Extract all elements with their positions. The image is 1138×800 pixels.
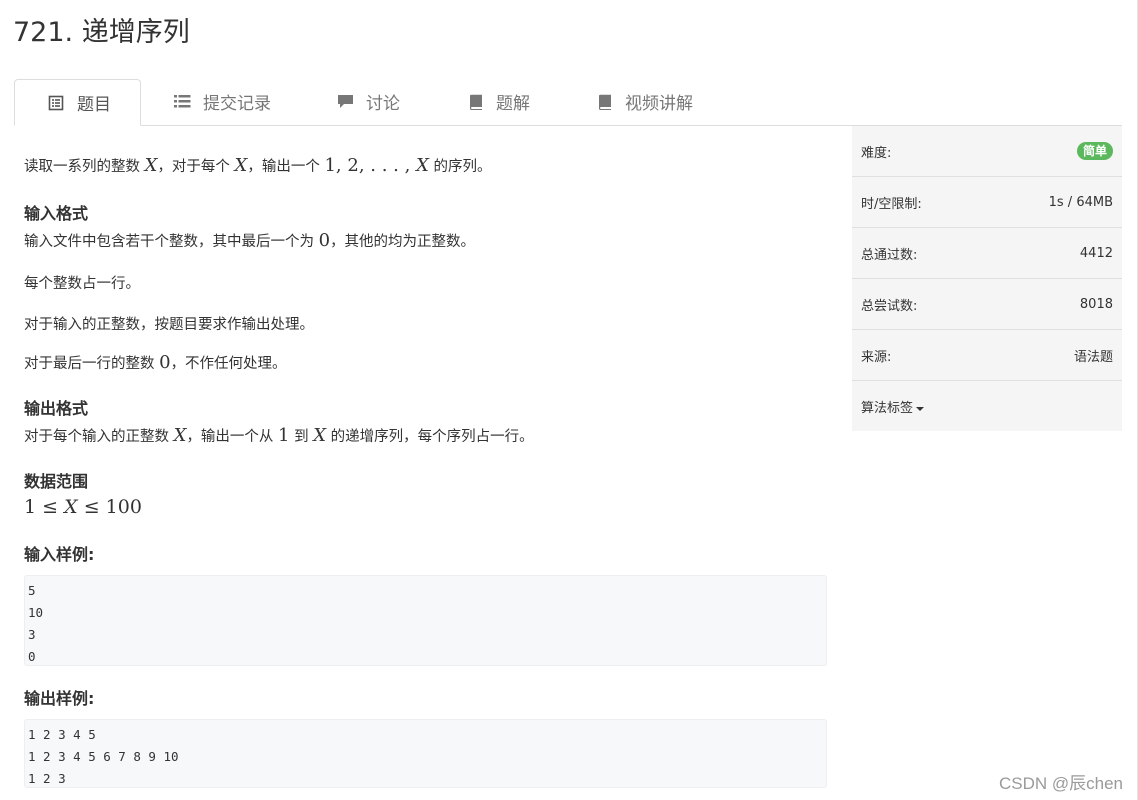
list-alt-icon — [47, 94, 65, 112]
sample-input-code: 5 10 3 0 — [24, 575, 827, 666]
tab-label: 讨论 — [366, 94, 400, 114]
tags-row: 算法标签 — [852, 381, 1122, 432]
tab-discussion[interactable]: 讨论 — [336, 79, 436, 124]
accepted-row: 总通过数: 4412 — [852, 228, 1122, 279]
watermark: CSDN @辰chen — [998, 774, 1123, 793]
difficulty-badge: 简单 — [1076, 142, 1113, 160]
tab-solutions[interactable]: 题解 — [466, 79, 566, 124]
tab-bar: 题目 提交记录 讨论 题解 视频讲解 — [14, 79, 1122, 126]
difficulty-label: 难度: — [861, 145, 892, 161]
input-format-line: 输入文件中包含若干个整数，其中最后一个为 0，其他的均为正整数。 — [24, 230, 476, 251]
book-icon — [466, 93, 484, 111]
tags-label: 算法标签 — [861, 401, 914, 416]
tab-label: 视频讲解 — [625, 94, 693, 114]
sample-output-heading: 输出样例: — [24, 689, 95, 708]
attempts-row: 总尝试数: 8018 — [852, 279, 1122, 330]
output-format-heading: 输出格式 — [24, 399, 89, 418]
problem-info-panel: 难度: 简单 时/空限制: 1s / 64MB 总通过数: 4412 总尝试数:… — [852, 126, 1122, 431]
accepted-value: 4412 — [1079, 245, 1113, 261]
sample-input-heading: 输入样例: — [24, 545, 95, 564]
limits-value: 1s / 64MB — [1048, 194, 1113, 210]
problem-description: 读取一系列的整数 X，对于每个 X，输出一个 1, 2, . . . , X 的… — [24, 155, 492, 176]
list-icon — [173, 93, 191, 111]
data-range-expression: 1 ≤ X ≤ 100 — [24, 496, 142, 518]
tab-label: 提交记录 — [203, 94, 271, 114]
input-format-line: 对于最后一行的整数 0，不作任何处理。 — [24, 352, 287, 373]
input-format-line: 对于输入的正整数，按题目要求作输出处理。 — [24, 317, 314, 333]
tab-submissions[interactable]: 提交记录 — [173, 79, 303, 124]
attempts-value: 8018 — [1079, 296, 1113, 312]
comment-icon — [336, 93, 354, 111]
tab-label: 题解 — [496, 94, 530, 114]
attempts-label: 总尝试数: — [861, 298, 918, 314]
tab-video[interactable]: 视频讲解 — [595, 79, 725, 124]
input-format-line: 每个整数占一行。 — [24, 276, 140, 292]
tab-problem[interactable]: 题目 — [14, 79, 141, 126]
output-format-line: 对于每个输入的正整数 X，输出一个从 1 到 X 的递增序列，每个序列占一行。 — [24, 425, 534, 446]
problem-page: 721. 递增序列 题目 提交记录 讨论 题解 视频讲解 读取一系列的整数 X，… — [0, 0, 1138, 800]
difficulty-row: 难度: 简单 — [852, 126, 1122, 177]
input-format-heading: 输入格式 — [24, 204, 89, 223]
accepted-label: 总通过数: — [861, 247, 918, 263]
source-row: 来源: 语法题 — [852, 330, 1122, 381]
source-value[interactable]: 语法题 — [1074, 346, 1113, 365]
limits-row: 时/空限制: 1s / 64MB — [852, 177, 1122, 228]
source-label: 来源: — [861, 349, 892, 365]
book-icon — [595, 93, 613, 111]
tags-toggle[interactable]: 算法标签 — [861, 397, 925, 416]
page-title: 721. 递增序列 — [13, 17, 190, 48]
sample-output-code: 1 2 3 4 5 1 2 3 4 5 6 7 8 9 10 1 2 3 — [24, 719, 827, 788]
caret-down-icon — [916, 406, 925, 411]
limits-label: 时/空限制: — [861, 196, 922, 212]
tab-label: 题目 — [77, 95, 111, 115]
data-range-heading: 数据范围 — [24, 472, 89, 491]
